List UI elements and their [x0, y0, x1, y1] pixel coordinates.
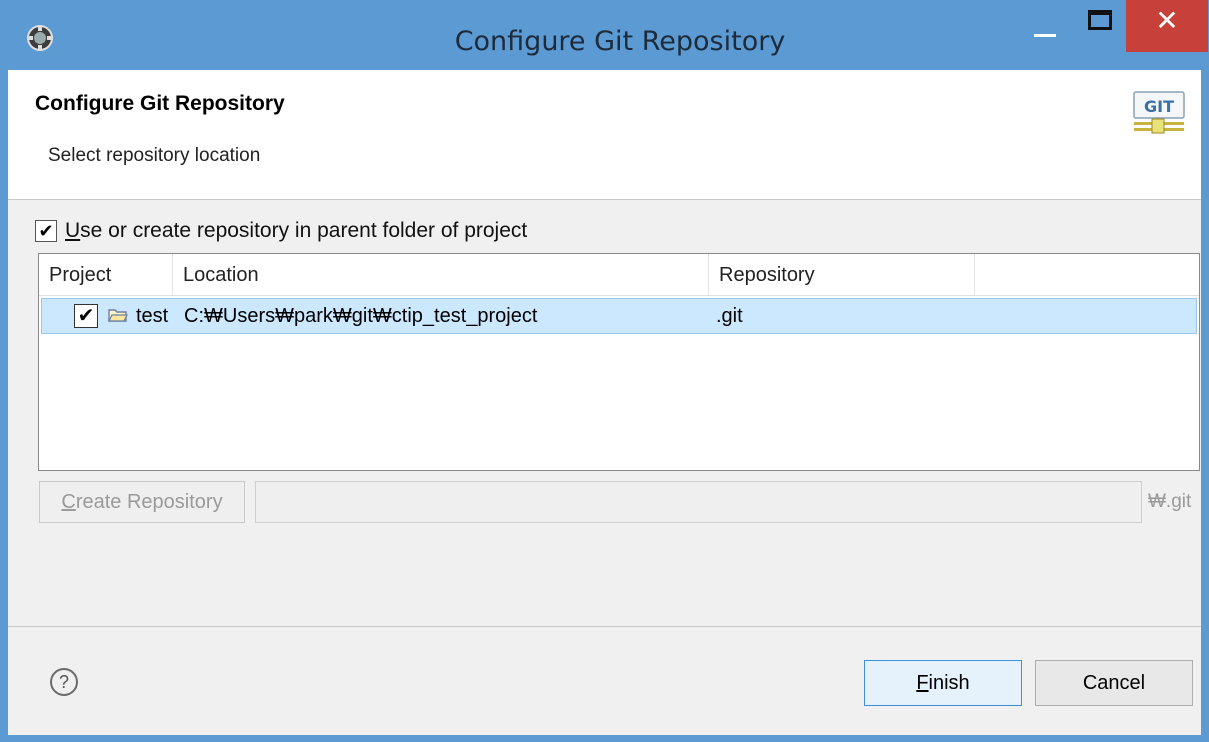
use-parent-mnemonic: U	[65, 219, 81, 242]
dialog-window: Configure Git Repository ✕ Configure Git…	[0, 0, 1209, 742]
row-checkbox[interactable]: ✔	[74, 304, 98, 328]
row-project-name: test	[136, 305, 169, 327]
use-parent-label: se or create repository in parent folder…	[80, 219, 528, 242]
checkbox-checked-icon[interactable]: ✔	[35, 220, 57, 242]
column-header-repository[interactable]: Repository	[709, 254, 975, 296]
column-header-project[interactable]: Project	[39, 254, 173, 296]
maximize-icon	[1088, 10, 1112, 30]
projects-table[interactable]: Project Location Repository ✔ test C:₩Us…	[38, 253, 1200, 471]
git-logo-text: GIT	[1144, 97, 1174, 116]
dialog-client-area: Configure Git Repository Select reposito…	[8, 70, 1201, 735]
git-logo-icon: GIT	[1133, 91, 1185, 134]
minimize-button[interactable]	[1022, 0, 1072, 50]
column-header-location[interactable]: Location	[173, 254, 709, 296]
help-icon[interactable]: ?	[50, 668, 78, 696]
finish-button[interactable]: Finish	[864, 660, 1022, 706]
minimize-icon	[1034, 34, 1056, 37]
maximize-button[interactable]	[1076, 0, 1124, 50]
footer-separator	[8, 626, 1201, 627]
git-suffix-label: ₩.git	[1148, 491, 1192, 512]
banner-title: Configure Git Repository	[35, 92, 285, 115]
repository-path-field[interactable]	[255, 481, 1142, 523]
banner-description: Select repository location	[48, 145, 261, 166]
cancel-button[interactable]: Cancel	[1035, 660, 1193, 706]
finish-mnemonic: F	[916, 672, 929, 694]
close-button[interactable]: ✕	[1126, 0, 1208, 52]
create-repository-button[interactable]: Create Repository	[39, 481, 245, 523]
wizard-banner: Configure Git Repository Select reposito…	[8, 70, 1201, 200]
create-mnemonic: C	[61, 491, 76, 513]
finish-label: inish	[928, 672, 970, 694]
table-row[interactable]: ✔ test C:₩Users₩park₩git₩ctip_test_proje…	[41, 298, 1197, 334]
close-icon: ✕	[1155, 4, 1179, 37]
create-label: reate Repository	[75, 491, 223, 513]
project-folder-icon	[108, 309, 128, 322]
row-repository: .git	[716, 305, 743, 327]
table-header: Project Location Repository	[39, 254, 1199, 296]
row-location: C:₩Users₩park₩git₩ctip_test_project	[184, 305, 538, 327]
use-parent-folder-checkbox[interactable]: ✔ Use or create repository in parent fol…	[35, 216, 527, 246]
